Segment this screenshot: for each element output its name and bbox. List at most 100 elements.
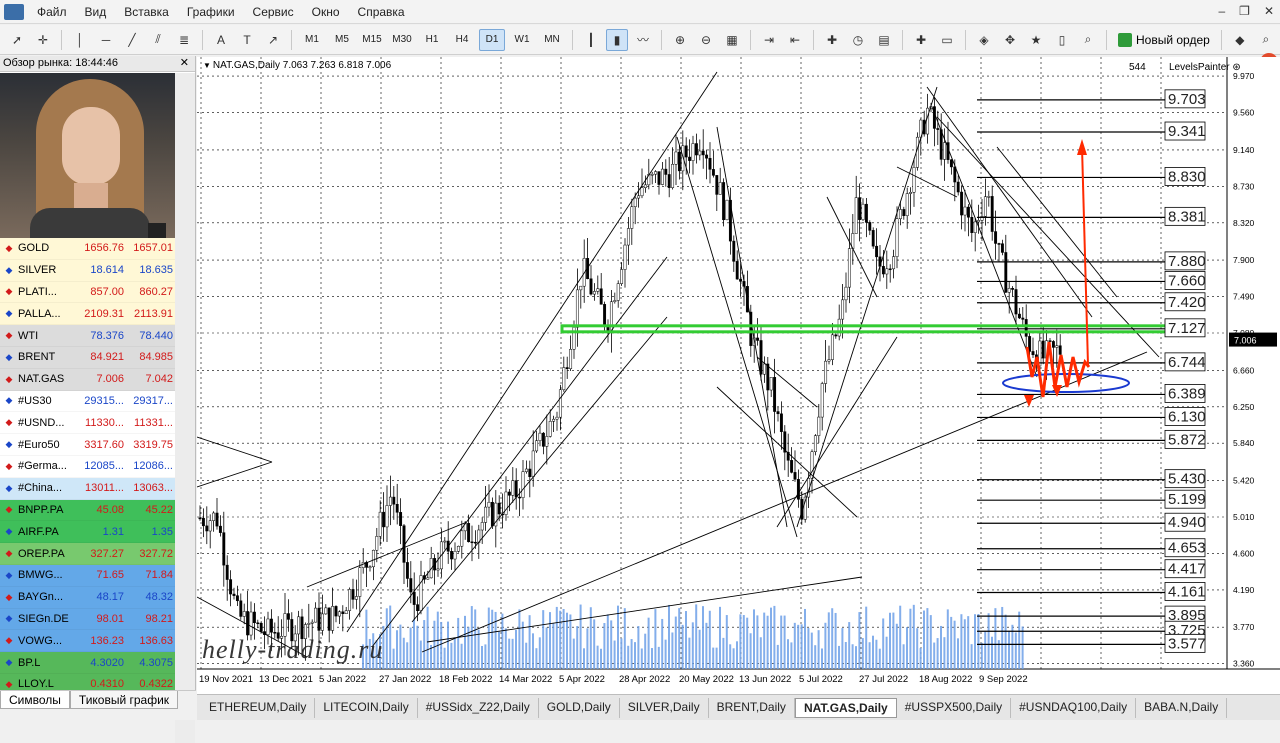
chart-tab[interactable]: LITECOIN,Daily bbox=[315, 697, 418, 718]
terminal-icon[interactable]: ▯ bbox=[1051, 29, 1073, 51]
symbol-row[interactable]: ◆ WTI 78.376 78.440 bbox=[0, 325, 175, 347]
symbol-row[interactable]: ◆ NAT.GAS 7.006 7.042 bbox=[0, 368, 175, 391]
indicators-icon[interactable]: ✚ bbox=[821, 29, 843, 51]
chart-tab[interactable]: ETHEREUM,Daily bbox=[201, 697, 316, 718]
tile-windows-icon[interactable]: ▦ bbox=[721, 29, 743, 51]
market-watch-icon[interactable]: ◈ bbox=[973, 29, 995, 51]
arrows-icon[interactable]: ↗ bbox=[262, 29, 284, 51]
symbol-row[interactable]: ◆ VOWG... 136.23 136.63 bbox=[0, 630, 175, 653]
tester-icon[interactable]: ⌕ bbox=[1077, 29, 1099, 51]
symbol-row[interactable]: ◆ #USND... 11330... 11331... bbox=[0, 412, 175, 435]
close-icon[interactable]: ✕ bbox=[1264, 4, 1274, 18]
channel-icon[interactable]: ⫽ bbox=[147, 29, 169, 51]
chart-tab[interactable]: GOLD,Daily bbox=[539, 697, 620, 718]
autotrading-icon[interactable]: ◆ bbox=[1229, 29, 1251, 51]
tf-m5[interactable]: M5 bbox=[329, 29, 355, 51]
symbol-row[interactable]: ◆ BRENT 84.921 84.985 bbox=[0, 346, 175, 369]
fibo-icon[interactable]: ≣ bbox=[173, 29, 195, 51]
market-watch-scrollbar[interactable] bbox=[175, 73, 195, 743]
volume-bar bbox=[770, 607, 772, 669]
tf-m30[interactable]: M30 bbox=[389, 29, 415, 51]
volume-bar bbox=[855, 646, 857, 669]
minimize-icon[interactable]: – bbox=[1218, 4, 1225, 18]
chart-tab[interactable]: BRENT,Daily bbox=[709, 697, 795, 718]
menu-view[interactable]: Вид bbox=[76, 5, 116, 19]
templates-icon[interactable]: ▤ bbox=[873, 29, 895, 51]
volume-bar bbox=[841, 628, 844, 669]
zoom-in-icon[interactable]: ⊕ bbox=[669, 29, 691, 51]
symbol-row[interactable]: ◆ BAYGn... 48.17 48.32 bbox=[0, 586, 175, 609]
crosshair-icon[interactable]: ✛ bbox=[32, 29, 54, 51]
menu-help[interactable]: Справка bbox=[349, 5, 414, 19]
restore-icon[interactable]: ❐ bbox=[1239, 4, 1250, 18]
text-icon[interactable]: A bbox=[210, 29, 232, 51]
line-chart-icon[interactable]: 〰 bbox=[632, 29, 654, 51]
symbol-row[interactable]: ◆ #China... 13011... 13063... bbox=[0, 477, 175, 500]
new-order-button[interactable]: Новый ордер bbox=[1112, 29, 1216, 51]
symbol-row[interactable]: ◆ AIRF.PA 1.31 1.35 bbox=[0, 521, 175, 544]
tf-m15[interactable]: M15 bbox=[359, 29, 385, 51]
chart-tab[interactable]: SILVER,Daily bbox=[620, 697, 709, 718]
menu-file[interactable]: Файл bbox=[28, 5, 76, 19]
menu-charts[interactable]: Графики bbox=[178, 5, 244, 19]
chart-shift-icon[interactable]: ⇤ bbox=[784, 29, 806, 51]
autoscroll-icon[interactable]: ⇥ bbox=[758, 29, 780, 51]
chart-tab[interactable]: BABA.N,Daily bbox=[1136, 697, 1228, 718]
chart-window[interactable]: 9.9709.5609.1408.7308.3207.9007.4907.080… bbox=[197, 57, 1280, 694]
periods-icon[interactable]: ◷ bbox=[847, 29, 869, 51]
symbol-row[interactable]: ◆ PALLA... 2109.31 2113.91 bbox=[0, 303, 175, 326]
tf-m1[interactable]: M1 bbox=[299, 29, 325, 51]
candle-body bbox=[453, 551, 457, 560]
indicator-settings-icon[interactable]: ⊛ bbox=[1232, 62, 1240, 73]
menu-window[interactable]: Окно bbox=[303, 5, 349, 19]
volume-bar bbox=[742, 615, 745, 669]
tab-tick-chart[interactable]: Тиковый график bbox=[69, 691, 179, 709]
chart-tab[interactable]: #USSidx_Z22,Daily bbox=[418, 697, 539, 718]
symbol-row[interactable]: ◆ OREP.PA 327.27 327.72 bbox=[0, 543, 175, 565]
profiles-icon[interactable]: ▭ bbox=[936, 29, 958, 51]
data-window-icon[interactable]: ★ bbox=[1025, 29, 1047, 51]
symbol-row[interactable]: ◆ SILVER 18.614 18.635 bbox=[0, 259, 175, 282]
symbol-row[interactable]: ◆ BP.L 4.3020 4.3075 bbox=[0, 652, 175, 674]
zoom-out-icon[interactable]: ⊖ bbox=[695, 29, 717, 51]
symbol-row[interactable]: ◆ BMWG... 71.65 71.84 bbox=[0, 564, 175, 587]
chart-tab[interactable]: #USNDAQ100,Daily bbox=[1011, 697, 1137, 718]
symbol-row[interactable]: ◆ #Euro50 3317.60 3319.75 bbox=[0, 434, 175, 456]
symbol-row[interactable]: ◆ PLATI... 857.00 860.27 bbox=[0, 281, 175, 304]
trendline-icon[interactable]: ╱ bbox=[121, 29, 143, 51]
tf-d1[interactable]: D1 bbox=[479, 28, 505, 51]
webcam-face bbox=[62, 107, 120, 185]
symbol-row[interactable]: ◆ BNPP.PA 45.08 45.22 bbox=[0, 499, 175, 522]
vertical-line-icon[interactable]: │ bbox=[69, 29, 91, 51]
volume-bar bbox=[443, 647, 446, 669]
tab-symbols[interactable]: Символы bbox=[0, 691, 70, 709]
tf-h4[interactable]: H4 bbox=[449, 29, 475, 51]
horizontal-line-icon[interactable]: ─ bbox=[95, 29, 117, 51]
symbol-row[interactable]: ◆ SIEGn.DE 98.01 98.21 bbox=[0, 608, 175, 631]
menu-tools[interactable]: Сервис bbox=[244, 5, 303, 19]
chart-tab[interactable]: NAT.GAS,Daily bbox=[794, 697, 897, 718]
new-chart-icon[interactable]: ✚ bbox=[910, 29, 932, 51]
tf-h1[interactable]: H1 bbox=[419, 29, 445, 51]
volume-bar bbox=[899, 605, 902, 669]
bar-chart-icon[interactable]: ┃ bbox=[580, 29, 602, 51]
tf-mn[interactable]: MN bbox=[539, 29, 565, 51]
menu-insert[interactable]: Вставка bbox=[115, 5, 178, 19]
symbol-row[interactable]: ◆ #Germa... 12085... 12086... bbox=[0, 455, 175, 478]
tf-w1[interactable]: W1 bbox=[509, 29, 535, 51]
label-icon[interactable]: T bbox=[236, 29, 258, 51]
chart-tab[interactable]: #USSPX500,Daily bbox=[897, 697, 1012, 718]
candle-body bbox=[671, 164, 675, 188]
close-panel-icon[interactable]: ✕ bbox=[180, 56, 189, 71]
candle-body bbox=[229, 579, 233, 595]
navigator-icon[interactable]: ✥ bbox=[999, 29, 1021, 51]
candle-chart-icon[interactable]: ▮ bbox=[606, 28, 628, 51]
symbol-row[interactable]: ◆ #US30 29315... 29317... bbox=[0, 390, 175, 413]
symbol-row[interactable]: ◆ GOLD 1656.76 1657.01 bbox=[0, 238, 175, 260]
bid-price: 29315... bbox=[84, 394, 124, 407]
symbol-name: VOWG... bbox=[18, 634, 62, 647]
search-icon[interactable]: ⌕ bbox=[1255, 29, 1277, 51]
cursor-icon[interactable]: ➚ bbox=[6, 29, 28, 51]
chart-canvas[interactable]: 9.9709.5609.1408.7308.3207.9007.4907.080… bbox=[197, 57, 1280, 694]
bid-price: 1656.76 bbox=[84, 242, 124, 255]
